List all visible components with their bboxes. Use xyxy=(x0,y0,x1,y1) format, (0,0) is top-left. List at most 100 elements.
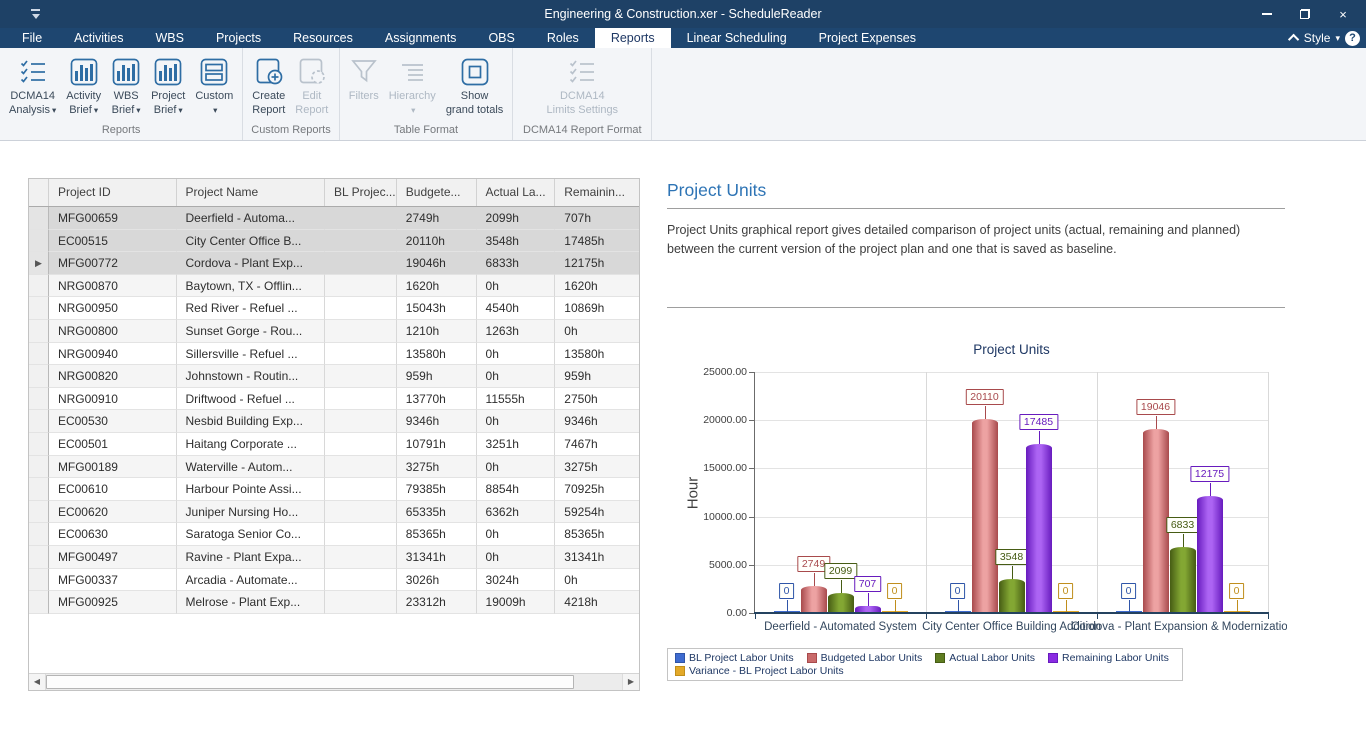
table-row[interactable]: EC00501Haitang Corporate ...10791h3251h7… xyxy=(29,433,639,456)
column-header[interactable]: Project Name xyxy=(177,179,325,206)
x-tick xyxy=(1097,614,1098,619)
tab-file[interactable]: File xyxy=(6,28,58,48)
table-cell xyxy=(325,478,397,501)
legend-label: Budgeted Labor Units xyxy=(821,652,923,664)
y-tick-label: 15000.00 xyxy=(689,462,747,474)
minimize-button[interactable] xyxy=(1248,0,1286,28)
horizontal-scrollbar[interactable]: ◀ ▶ xyxy=(29,673,639,690)
bar-actual-labor-units xyxy=(828,593,854,613)
bar-actual-labor-units xyxy=(1170,547,1196,613)
create-report-button[interactable]: CreateReport xyxy=(247,51,290,118)
table-row[interactable]: MFG00925Melrose - Plant Exp...23312h1900… xyxy=(29,591,639,614)
tab-linear-scheduling[interactable]: Linear Scheduling xyxy=(671,28,803,48)
column-header[interactable]: Budgete... xyxy=(397,179,477,206)
table-cell: Ravine - Plant Expa... xyxy=(177,546,326,569)
table-row[interactable]: EC00630Saratoga Senior Co...85365h0h8536… xyxy=(29,523,639,546)
table-cell xyxy=(325,275,397,298)
dcma14-analysis-button[interactable]: DCMA14Analysis▾ xyxy=(4,51,61,118)
scroll-left-button[interactable]: ◀ xyxy=(29,674,46,690)
collapse-ribbon-icon[interactable] xyxy=(1288,34,1299,45)
table-cell: 1263h xyxy=(477,320,556,343)
divider xyxy=(667,307,1285,308)
close-button[interactable]: × xyxy=(1324,0,1362,28)
table-row[interactable]: MFG00497Ravine - Plant Expa...31341h0h31… xyxy=(29,546,639,569)
row-header xyxy=(29,230,49,253)
table-cell: 2749h xyxy=(397,207,477,230)
table-cell: 3251h xyxy=(477,433,556,456)
row-header xyxy=(29,207,49,230)
table-cell: 85365h xyxy=(397,523,477,546)
table-cell: 1620h xyxy=(397,275,477,298)
tab-projects[interactable]: Projects xyxy=(200,28,277,48)
table-row[interactable]: NRG00800Sunset Gorge - Rou...1210h1263h0… xyxy=(29,320,639,343)
table-cell: Haitang Corporate ... xyxy=(177,433,326,456)
y-tick xyxy=(749,468,754,469)
project-brief-button[interactable]: ProjectBrief▾ xyxy=(146,51,190,118)
restore-button[interactable] xyxy=(1286,0,1324,28)
legend-marker xyxy=(935,653,945,663)
data-label: 0 xyxy=(1058,583,1074,599)
table-cell: 0h xyxy=(477,275,556,298)
table-row[interactable]: NRG00950Red River - Refuel ...15043h4540… xyxy=(29,297,639,320)
legend-marker xyxy=(807,653,817,663)
table-cell: 13580h xyxy=(555,343,639,366)
column-header[interactable]: BL Projec... xyxy=(325,179,397,206)
table-row[interactable]: NRG00910Driftwood - Refuel ...13770h1155… xyxy=(29,388,639,411)
table-row[interactable]: MFG00659Deerfield - Automa...2749h2099h7… xyxy=(29,207,639,230)
wbs-brief-button[interactable]: WBSBrief▾ xyxy=(106,51,146,118)
tab-obs[interactable]: OBS xyxy=(472,28,530,48)
tab-activities[interactable]: Activities xyxy=(58,28,139,48)
tab-project-expenses[interactable]: Project Expenses xyxy=(803,28,932,48)
custom-report-button[interactable]: Custom▾ xyxy=(190,51,238,118)
table-cell: 0h xyxy=(477,343,556,366)
ribbon-group-reports: DCMA14Analysis▾ ActivityBrief▾ WBSBrief▾ xyxy=(0,48,243,140)
chevron-down-icon: ▾ xyxy=(94,105,98,115)
column-header[interactable]: Actual La... xyxy=(477,179,556,206)
table-row[interactable]: ▶MFG00772Cordova - Plant Exp...19046h683… xyxy=(29,252,639,275)
table-row[interactable]: NRG00870Baytown, TX - Offlin...1620h0h16… xyxy=(29,275,639,298)
tab-reports[interactable]: Reports xyxy=(595,28,671,48)
legend-marker xyxy=(675,653,685,663)
column-header[interactable] xyxy=(29,179,49,206)
table-cell xyxy=(325,456,397,479)
table-row[interactable]: MFG00189Waterville - Autom...3275h0h3275… xyxy=(29,456,639,479)
table-row[interactable]: MFG00337Arcadia - Automate...3026h3024h0… xyxy=(29,569,639,592)
table-cell xyxy=(325,410,397,433)
y-axis xyxy=(754,372,755,614)
tab-resources[interactable]: Resources xyxy=(277,28,369,48)
scrollbar-thumb[interactable] xyxy=(46,675,574,689)
help-icon[interactable]: ? xyxy=(1345,31,1360,46)
data-label: 0 xyxy=(1121,583,1137,599)
table-row[interactable]: EC00620Juniper Nursing Ho...65335h6362h5… xyxy=(29,501,639,524)
data-label: 0 xyxy=(887,583,903,599)
table-cell xyxy=(325,501,397,524)
label-leader-line xyxy=(1039,431,1040,444)
tab-wbs[interactable]: WBS xyxy=(139,28,199,48)
legend-label: Variance - BL Project Labor Units xyxy=(689,665,844,677)
table-cell: Sillersville - Refuel ... xyxy=(177,343,326,366)
scroll-right-button[interactable]: ▶ xyxy=(622,674,639,690)
style-menu[interactable]: Style xyxy=(1304,31,1331,45)
label-leader-line xyxy=(985,406,986,419)
table-cell: 0h xyxy=(477,523,556,546)
table-row[interactable]: NRG00820Johnstown - Routin...959h0h959h xyxy=(29,365,639,388)
table-row[interactable]: EC00515City Center Office B...20110h3548… xyxy=(29,230,639,253)
table-row[interactable]: EC00530Nesbid Building Exp...9346h0h9346… xyxy=(29,410,639,433)
activity-brief-button[interactable]: ActivityBrief▾ xyxy=(61,51,106,118)
column-header[interactable]: Remainin... xyxy=(555,179,639,206)
tab-roles[interactable]: Roles xyxy=(531,28,595,48)
table-cell: 31341h xyxy=(555,546,639,569)
column-header[interactable]: Project ID xyxy=(49,179,177,206)
row-header xyxy=(29,343,49,366)
table-row[interactable]: NRG00940Sillersville - Refuel ...13580h0… xyxy=(29,343,639,366)
gridline xyxy=(926,372,927,613)
show-grand-totals-button[interactable]: Showgrand totals xyxy=(441,51,508,118)
y-tick-label: 0.00 xyxy=(689,607,747,619)
data-label: 3548 xyxy=(995,549,1028,565)
label-leader-line xyxy=(868,593,869,606)
tab-assignments[interactable]: Assignments xyxy=(369,28,473,48)
table-cell: 23312h xyxy=(397,591,477,614)
chevron-down-icon[interactable]: ▾ xyxy=(1335,33,1340,44)
row-header xyxy=(29,410,49,433)
table-row[interactable]: EC00610Harbour Pointe Assi...79385h8854h… xyxy=(29,478,639,501)
